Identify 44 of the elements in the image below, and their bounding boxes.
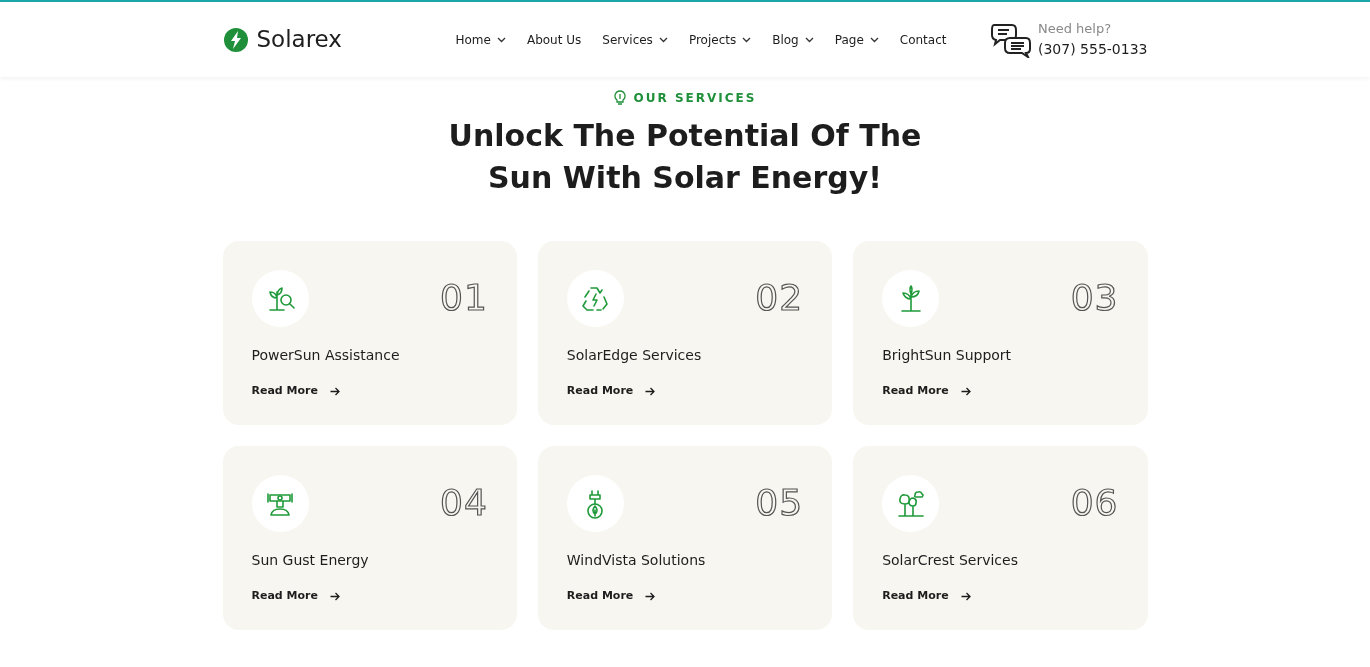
- card-title[interactable]: SolarCrest Services: [882, 550, 1119, 571]
- nav-link[interactable]: Blog: [772, 30, 814, 49]
- nav-link[interactable]: Home: [455, 30, 506, 49]
- card-number: 05: [755, 485, 804, 521]
- phone-number[interactable]: (307) 555-0133: [1038, 38, 1148, 60]
- arrow-right-icon: [329, 386, 340, 396]
- chat-icon: [990, 21, 1032, 58]
- nav-link[interactable]: Projects: [688, 30, 752, 49]
- arrow-right-icon: [645, 386, 656, 396]
- nav-link[interactable]: Page: [834, 30, 879, 49]
- chevron-down-icon: [496, 36, 506, 43]
- read-more-link[interactable]: Read More: [251, 383, 340, 400]
- logo-icon[interactable]: [222, 26, 249, 53]
- arrow-right-icon: [960, 386, 971, 396]
- arrow-right-icon: [645, 591, 656, 601]
- card-title[interactable]: WindVista Solutions: [566, 550, 804, 571]
- read-more-link[interactable]: Read More: [251, 588, 340, 605]
- chevron-down-icon: [742, 36, 752, 43]
- card-number: 02: [755, 280, 804, 316]
- arrow-right-icon: [329, 591, 340, 601]
- card-title[interactable]: SolarEdge Services: [566, 345, 804, 366]
- read-more-link[interactable]: Read More: [882, 383, 971, 400]
- card-title[interactable]: BrightSun Support: [882, 345, 1119, 366]
- chevron-down-icon: [658, 36, 668, 43]
- card-number: 01: [440, 280, 488, 316]
- bulb-icon: [613, 90, 626, 106]
- read-more-link[interactable]: Read More: [566, 588, 656, 605]
- help-label: Need help?: [1038, 20, 1113, 39]
- nav-link[interactable]: About Us: [526, 30, 582, 49]
- card-title[interactable]: PowerSun Assistance: [251, 345, 488, 366]
- card-title[interactable]: Sun Gust Energy: [251, 550, 488, 571]
- nav-link[interactable]: Contact: [899, 30, 947, 49]
- card-number: 04: [440, 485, 488, 521]
- chevron-down-icon: [869, 36, 879, 43]
- read-more-link[interactable]: Read More: [882, 588, 971, 605]
- section-eyebrow: OUR SERVICES: [633, 90, 757, 107]
- chevron-down-icon: [804, 36, 814, 43]
- card-number: 03: [1070, 280, 1119, 316]
- logo-text[interactable]: Solarex: [256, 22, 342, 57]
- read-more-link[interactable]: Read More: [566, 383, 656, 400]
- card-number: 06: [1070, 485, 1119, 521]
- nav-link[interactable]: Services: [602, 30, 668, 49]
- arrow-right-icon: [960, 591, 971, 601]
- section-heading: Unlock The Potential Of The Sun With Solar Energy!: [448, 117, 922, 197]
